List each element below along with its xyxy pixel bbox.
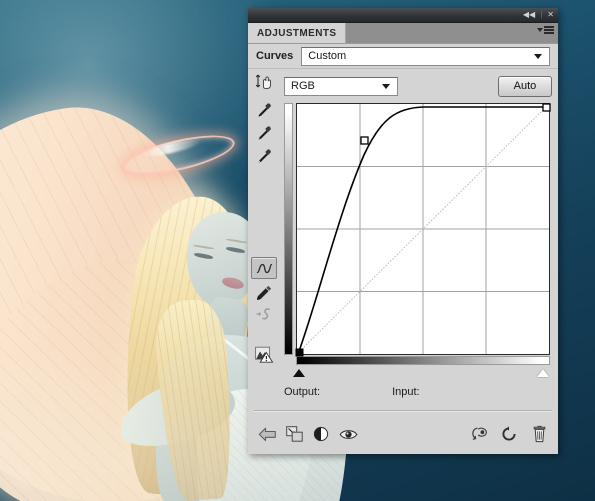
panel-divider bbox=[254, 410, 552, 412]
panel-menu-caret-icon bbox=[537, 27, 543, 32]
return-to-adjustment-list-icon bbox=[258, 427, 276, 441]
curves-preset-value: Custom bbox=[308, 50, 347, 62]
titlebar-separator: | bbox=[540, 10, 543, 19]
reset-adjustment-icon bbox=[502, 426, 516, 441]
titlebar-buttons: ◀◀ | ✕ bbox=[522, 8, 555, 22]
toggle-layer-visibility-icon bbox=[339, 429, 357, 439]
eyedropper-white-point-tool[interactable] bbox=[251, 145, 277, 167]
panel-titlebar: ◀◀ | ✕ bbox=[248, 8, 558, 23]
toggle-mask-button[interactable] bbox=[309, 424, 333, 444]
pencil-draw-curve-icon bbox=[256, 285, 271, 300]
black-input-slider[interactable] bbox=[293, 369, 305, 377]
chevron-down-icon bbox=[382, 84, 390, 89]
output-label: Output: bbox=[284, 386, 321, 398]
panel-menu-icon[interactable] bbox=[537, 26, 554, 34]
return-to-adjustment-list-button[interactable] bbox=[255, 424, 279, 444]
curves-readout-row: Output: Input: bbox=[284, 381, 552, 403]
curves-display-options-icon bbox=[254, 346, 273, 363]
curve-edit-point-tool[interactable] bbox=[251, 257, 277, 279]
eyedropper-black-point-tool[interactable] bbox=[251, 99, 277, 121]
eyedropper-black-point-icon bbox=[258, 103, 271, 117]
on-image-adjust-tool[interactable] bbox=[251, 71, 277, 93]
curves-graph-block bbox=[284, 103, 551, 377]
input-gradient-bar bbox=[296, 356, 550, 365]
adjustments-panel: ◀◀ | ✕ ADJUSTMENTS Curves Custom RGB Aut… bbox=[248, 8, 558, 454]
reset-adjustment-button[interactable] bbox=[497, 424, 521, 444]
collapse-to-icons-button[interactable]: ◀◀ bbox=[522, 11, 536, 19]
panel-menu-lines-icon bbox=[544, 26, 554, 34]
delete-adjustment-layer-button[interactable] bbox=[527, 424, 551, 444]
toggle-mask-icon bbox=[313, 426, 329, 442]
tabbar-filler bbox=[346, 23, 558, 43]
view-previous-state-button[interactable] bbox=[467, 424, 491, 444]
curves-tool-rail bbox=[248, 69, 280, 447]
curve-edit-point-icon bbox=[256, 263, 272, 273]
output-gradient-bar bbox=[284, 103, 293, 355]
panel-tabbar: ADJUSTMENTS bbox=[248, 23, 558, 44]
toggle-layer-visibility-button[interactable] bbox=[336, 424, 360, 444]
curves-preset-select[interactable]: Custom bbox=[301, 46, 550, 66]
delete-adjustment-layer-icon bbox=[533, 425, 545, 442]
pencil-draw-curve-tool[interactable] bbox=[251, 281, 277, 303]
panel-body: RGB Auto Output: Input: bbox=[248, 69, 558, 447]
curves-display-options-tool[interactable] bbox=[251, 343, 277, 365]
clip-to-layer-icon bbox=[285, 426, 303, 442]
screen: ◀◀ | ✕ ADJUSTMENTS Curves Custom RGB Aut… bbox=[0, 0, 595, 501]
on-image-adjust-icon bbox=[255, 74, 271, 89]
clip-to-layer-button[interactable] bbox=[282, 424, 306, 444]
view-previous-state-icon bbox=[471, 427, 487, 440]
channel-row: RGB Auto bbox=[284, 73, 552, 99]
eyedropper-white-point-icon bbox=[258, 149, 271, 163]
eyedropper-gray-point-icon bbox=[258, 126, 271, 140]
curves-preset-row: Curves Custom bbox=[248, 44, 558, 69]
close-icon[interactable]: ✕ bbox=[546, 11, 555, 19]
tab-adjustments-label: ADJUSTMENTS bbox=[257, 27, 337, 39]
auto-button-label: Auto bbox=[513, 80, 537, 92]
channel-value: RGB bbox=[291, 80, 315, 92]
input-label: Input: bbox=[392, 386, 420, 398]
channel-select[interactable]: RGB bbox=[284, 76, 398, 96]
curves-plot[interactable] bbox=[295, 103, 551, 357]
auto-button[interactable]: Auto bbox=[498, 75, 552, 97]
white-input-slider[interactable] bbox=[537, 369, 549, 377]
chevron-down-icon bbox=[534, 54, 542, 59]
smooth-curve-tool[interactable] bbox=[251, 303, 277, 325]
tab-adjustments[interactable]: ADJUSTMENTS bbox=[248, 23, 347, 43]
curves-label: Curves bbox=[256, 50, 294, 62]
curves-plot-svg bbox=[295, 103, 551, 357]
smooth-curve-icon bbox=[256, 308, 270, 320]
panel-bottom-toolbar bbox=[248, 421, 558, 447]
eyedropper-gray-point-tool[interactable] bbox=[251, 122, 277, 144]
